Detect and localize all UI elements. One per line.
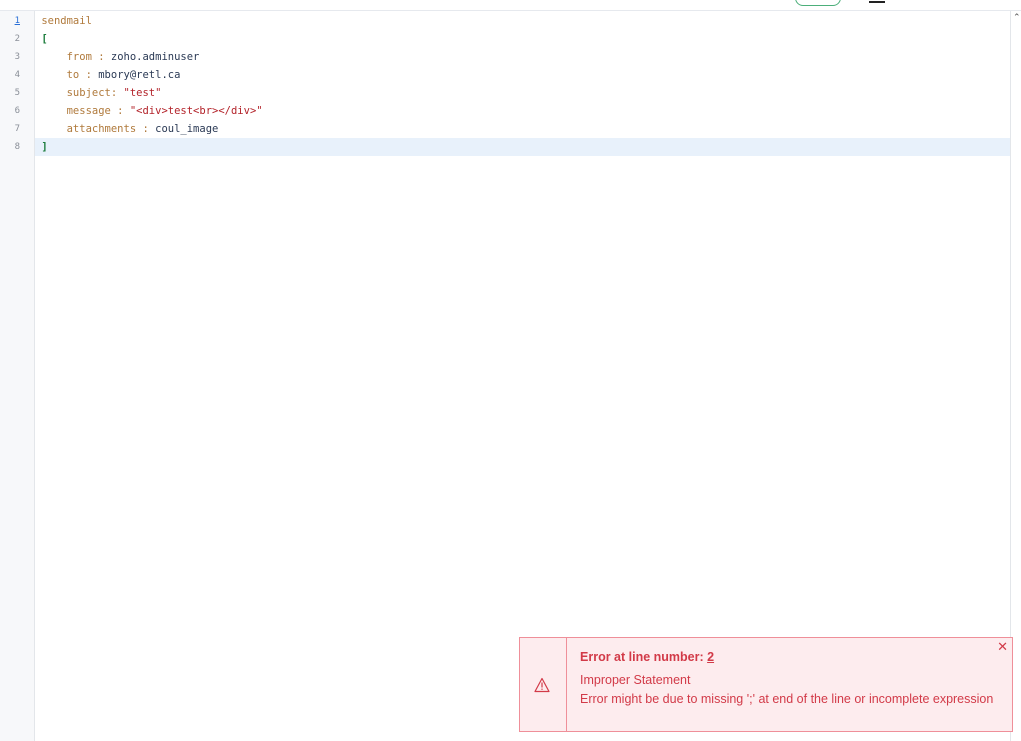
code-token: from : — [41, 51, 111, 63]
code-token: zoho.adminuser — [110, 51, 200, 63]
code-token: ] — [41, 141, 48, 153]
code-line[interactable]: ] — [35, 138, 1010, 156]
line-number: 2 — [14, 34, 20, 44]
code-line[interactable]: subject: "test" — [35, 84, 1010, 102]
top-toolbar-strip — [0, 0, 1021, 11]
line-number: 5 — [14, 88, 20, 98]
line-number: 1 — [14, 16, 20, 26]
code-token: coul_image — [155, 123, 219, 135]
line-number: 4 — [14, 70, 20, 80]
error-title: Error at line number: 2 — [580, 650, 714, 664]
warning-triangle-icon — [534, 677, 550, 693]
code-token: [ — [41, 33, 48, 45]
code-token: "<div>test<br></div>" — [129, 105, 263, 117]
toggle-pill[interactable] — [795, 0, 841, 6]
code-token: attachments : — [41, 123, 156, 135]
line-number: 7 — [14, 124, 20, 134]
error-icon-column — [520, 638, 567, 731]
code-token: "test" — [123, 87, 162, 99]
code-token: sendmail — [41, 15, 92, 27]
line-number: 6 — [14, 106, 20, 116]
code-token: mbory@retl.ca — [98, 69, 181, 81]
line-number: 8 — [14, 142, 20, 152]
minimize-icon[interactable] — [869, 1, 885, 3]
error-type: Improper Statement — [580, 673, 691, 687]
code-line[interactable]: sendmail — [35, 12, 1010, 30]
code-line[interactable]: to : mbory@retl.ca — [35, 66, 1010, 84]
error-panel: Error at line number: 2 Improper Stateme… — [519, 637, 1013, 732]
error-description: Error might be due to missing ';' at end… — [580, 692, 994, 706]
error-line-link[interactable]: 2 — [707, 650, 714, 664]
code-line[interactable]: [ — [35, 30, 1010, 48]
line-number: 3 — [14, 52, 20, 62]
scroll-up-icon[interactable]: ⌃ — [1013, 13, 1021, 23]
code-token: message : — [41, 105, 130, 117]
close-icon[interactable]: ✕ — [997, 640, 1008, 655]
code-line[interactable]: message : "<div>test<br></div>" — [35, 102, 1010, 120]
code-line[interactable]: from : zoho.adminuser — [35, 48, 1010, 66]
vertical-scrollbar[interactable]: ⌃ — [1010, 11, 1021, 741]
code-line[interactable]: attachments : coul_image — [35, 120, 1010, 138]
code-token: subject: — [41, 87, 124, 99]
line-number-gutter: 1 2 3 4 5 6 7 8 — [0, 11, 35, 741]
error-title-text: Error at line number: — [580, 650, 708, 664]
code-token: to : — [41, 69, 99, 81]
code-editor[interactable]: 1 2 3 4 5 6 7 8 sendmail [ from : zoho.adminuse… — [0, 11, 1010, 741]
